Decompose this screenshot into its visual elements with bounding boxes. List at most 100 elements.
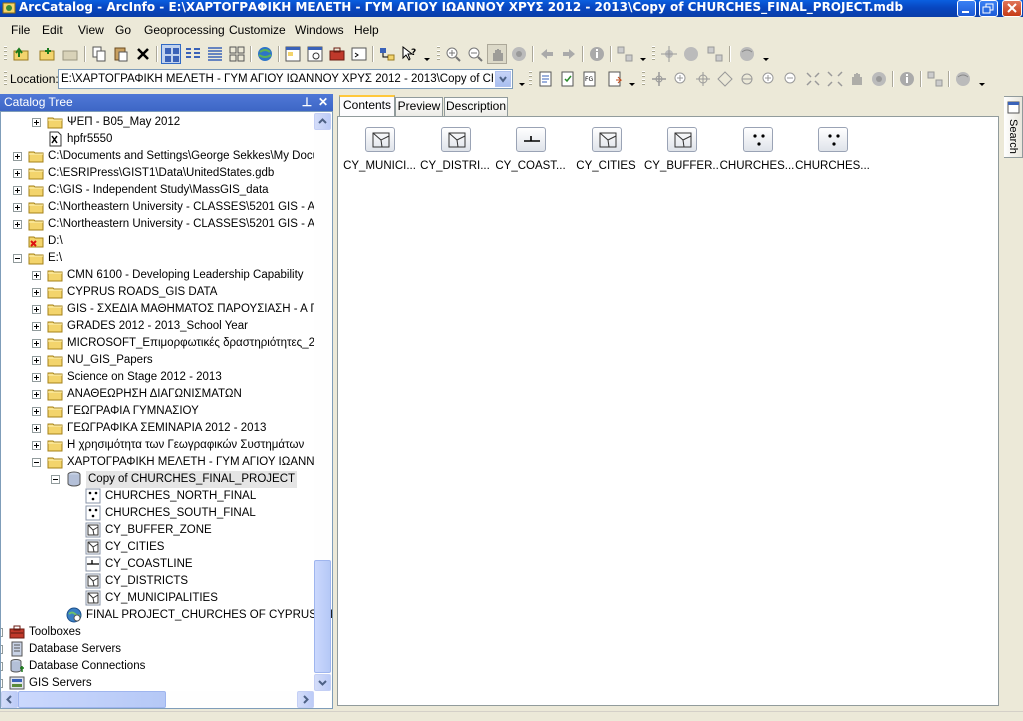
toolbar-options-button[interactable] [518,69,526,89]
toolbar-gripper[interactable] [4,46,7,62]
python-window-button[interactable] [349,44,369,64]
scroll-up-button[interactable] [314,113,331,130]
tree-item[interactable]: MICROSOFT_Επιμορφωτικές δραστηριότητες_2… [1,335,321,352]
pan-button[interactable] [487,44,507,64]
zoom-in-2-button[interactable] [759,69,779,89]
expand-icon[interactable] [32,373,41,382]
globe-thumbnail-button[interactable] [705,44,725,64]
expand-icon[interactable] [32,441,41,450]
tree-item[interactable]: ΓΕΩΓΡΑΦΙΚΑ ΣΕΜΙΝΑΡΙΑ 2012 - 2013 [1,420,314,437]
globe-service-button[interactable] [737,44,757,64]
expand-icon[interactable] [32,322,41,331]
full-extent-button[interactable] [509,44,529,64]
tree-item[interactable]: Science on Stage 2012 - 2013 [1,369,314,386]
expand-icon[interactable] [32,118,41,127]
fgdc-metadata-button[interactable]: FG [580,69,600,89]
content-item[interactable]: CHURCHES... [720,125,795,185]
tree-item[interactable]: Toolboxes [1,624,314,641]
tree-item[interactable]: CMN 6100 - Developing Leadership Capabil… [1,267,314,284]
pan-hand-geo-button[interactable] [847,69,867,89]
go-forward-button[interactable] [559,44,579,64]
tree-item[interactable]: C:\Northeastern University - CLASSES\520… [1,199,315,216]
tree-item[interactable]: Database Servers [1,641,314,658]
content-item[interactable]: CY_MUNICI... [342,125,417,185]
close-button[interactable] [1002,0,1022,17]
tree-item[interactable]: E:\ [1,250,314,267]
expand-icon[interactable] [32,356,41,365]
copy-button[interactable] [89,44,109,64]
menu-edit[interactable]: Edit [39,23,66,38]
collapse-icon[interactable] [32,458,41,467]
launch-arcmap-button[interactable] [255,44,275,64]
toolbar-options-button[interactable] [762,44,770,64]
tree-item[interactable]: CY_MUNICIPALITIES [1,590,314,607]
toolbar-gripper[interactable] [529,71,532,87]
contents-view[interactable]: CY_MUNICI... CY_DISTRI... CY_COAST... CY_CI… [337,116,999,706]
edit-metadata-button[interactable] [536,69,556,89]
thumbnails-button[interactable] [227,44,247,64]
expand-icon[interactable] [1,662,3,671]
zoom-out-2-button[interactable] [781,69,801,89]
tree-item[interactable]: C:\ESRIPress\GIST1\Data\UnitedStates.gdb [1,165,314,182]
tab-contents[interactable]: Contents [339,95,395,116]
scroll-thumb[interactable] [314,560,331,673]
expand-icon[interactable] [32,407,41,416]
tree-item[interactable]: C:\Documents and Settings\George Sekkes\… [1,148,319,165]
menu-geoprocessing[interactable]: Geoprocessing [141,23,228,38]
content-item[interactable]: CY_DISTRI... [418,125,493,185]
zoom-out-button[interactable] [465,44,485,64]
paste-button[interactable] [111,44,131,64]
menu-view[interactable]: View [75,23,107,38]
toolbar-options-button[interactable] [628,69,636,89]
list-view-button[interactable] [183,44,203,64]
menu-go[interactable]: Go [112,23,134,38]
tree-vertical-scrollbar[interactable] [314,113,331,691]
toolbar-options-button[interactable] [639,44,647,64]
content-item[interactable]: CY_BUFFER... [644,125,719,185]
tree-item[interactable]: CY_BUFFER_ZONE [1,522,314,539]
pan-geo-button[interactable] [649,69,669,89]
expand-icon[interactable] [13,152,22,161]
tree-item[interactable]: CYPRUS ROADS_GIS DATA [1,284,314,301]
catalog-tree-window-button[interactable] [283,44,303,64]
toolbar-gripper[interactable] [4,71,7,87]
zoom-in-geo-button[interactable] [671,69,691,89]
metadata-properties-button[interactable] [558,69,578,89]
tree-item[interactable]: Η χρησιμότητα των Γεωγραφικών Συστημάτων [1,437,314,454]
up-one-level-button[interactable] [11,44,31,64]
content-item[interactable]: CY_COAST... [493,125,568,185]
tree-item[interactable]: GIS Servers [1,675,314,692]
expand-icon[interactable] [32,305,41,314]
globe-full-extent-button[interactable] [681,44,701,64]
tree-item[interactable]: GIS - ΣΧΕΔΙΑ ΜΑΘΗΜΑΤΟΣ ΠΑΡΟΥΣΙΑΣΗ - Α ΓΥ [1,301,324,318]
scroll-thumb[interactable] [18,691,166,708]
menu-customize[interactable]: Customize [226,23,289,38]
expand-icon[interactable] [32,390,41,399]
tree-item[interactable]: Copy of CHURCHES_FINAL_PROJECT [1,471,314,488]
expand-icon[interactable] [13,169,22,178]
collapse-icon[interactable] [13,254,22,263]
expand-icon[interactable] [13,203,22,212]
arctoolbox-window-button[interactable] [327,44,347,64]
expand-icon[interactable] [13,220,22,229]
tree-item[interactable]: Database Connections [1,658,314,675]
identify-geo-button[interactable] [897,69,917,89]
globe-geo-button[interactable] [953,69,973,89]
expand-icon[interactable] [13,186,22,195]
expand-icon[interactable] [32,288,41,297]
globe-navigate-button[interactable] [659,44,679,64]
export-metadata-button[interactable] [605,69,625,89]
tree-item[interactable]: CHURCHES_NORTH_FINAL [1,488,314,505]
toolbar-options-button[interactable] [423,44,431,64]
fixed-extent-in-button[interactable] [803,69,823,89]
tree-horizontal-scrollbar[interactable] [1,691,314,708]
pin-icon[interactable]: ⊥ [300,95,314,109]
location-dropdown-button[interactable] [495,71,511,87]
tree-item[interactable]: hpfr5550 [1,131,314,148]
tree-item[interactable]: CY_COASTLINE [1,556,314,573]
tab-preview[interactable]: Preview [395,97,443,116]
menu-file[interactable]: File [8,23,33,38]
tree-item[interactable]: D:\ [1,233,314,250]
toolbar-gripper[interactable] [652,46,655,62]
tree-item[interactable]: NU_GIS_Papers [1,352,314,369]
